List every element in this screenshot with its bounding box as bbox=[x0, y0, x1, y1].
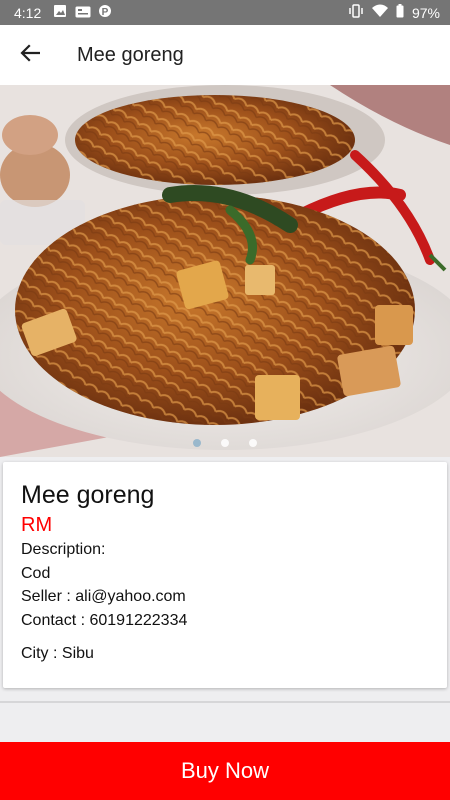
buy-now-button[interactable]: Buy Now bbox=[0, 742, 450, 800]
svg-text:P: P bbox=[102, 7, 109, 18]
description-label: Description: bbox=[21, 541, 106, 558]
seller-info: Seller : ali@yahoo.com bbox=[21, 588, 186, 605]
image-icon bbox=[53, 4, 67, 21]
p-icon: P bbox=[99, 4, 112, 21]
city-info: City : Sibu bbox=[21, 645, 94, 662]
carousel-indicator bbox=[0, 439, 450, 447]
battery-percent: 97% bbox=[411, 4, 440, 21]
arrow-back-icon bbox=[20, 43, 41, 67]
product-details-card: Mee goreng RM Description: Cod Seller : … bbox=[3, 462, 447, 688]
back-button[interactable] bbox=[0, 25, 60, 85]
description-text: Cod bbox=[21, 564, 51, 582]
contact-info: Contact : 60191222334 bbox=[21, 611, 188, 629]
divider bbox=[0, 701, 450, 703]
carousel-dot[interactable] bbox=[193, 439, 201, 447]
carousel-dot[interactable] bbox=[249, 439, 257, 447]
product-title: Mee goreng bbox=[21, 481, 155, 509]
product-image-carousel[interactable] bbox=[0, 85, 450, 457]
status-time: 4:12 bbox=[14, 4, 42, 21]
vibrate-icon bbox=[348, 4, 364, 21]
card-icon bbox=[75, 5, 91, 21]
wifi-icon bbox=[371, 4, 388, 21]
status-bar: 4:12 P 97% bbox=[0, 0, 450, 25]
carousel-dot[interactable] bbox=[221, 439, 229, 447]
battery-icon bbox=[396, 4, 404, 21]
app-bar: Mee goreng bbox=[0, 25, 450, 85]
product-photo bbox=[0, 85, 450, 457]
page-title: Mee goreng bbox=[77, 43, 184, 66]
product-price: RM bbox=[21, 514, 53, 536]
